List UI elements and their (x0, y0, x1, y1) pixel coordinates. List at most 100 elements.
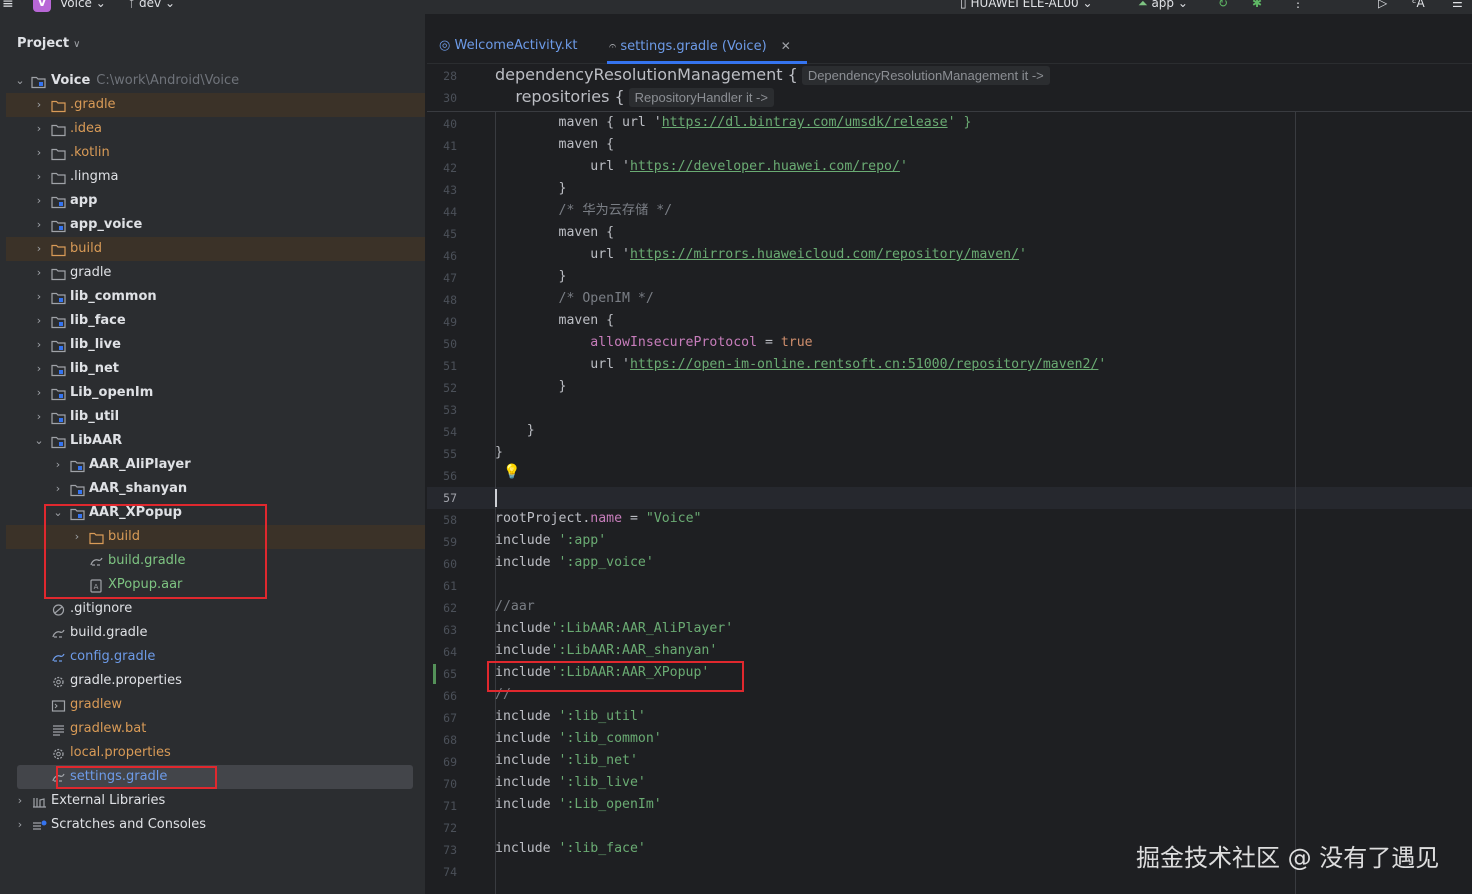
sync-icon[interactable]: ↻ (1218, 0, 1228, 10)
tab-welcome-activity[interactable]: ◎ WelcomeActivity.kt (439, 34, 577, 58)
code-line[interactable]: /* 华为云存储 */ (495, 200, 673, 222)
run-config-selector[interactable]: ⏶ app ⌄ (1138, 0, 1188, 11)
tree-item[interactable]: › .kotlin (6, 141, 425, 165)
tree-item-label: lib_live (70, 337, 121, 352)
code-line[interactable]: maven { url 'https://dl.bintray.com/umsd… (495, 112, 972, 134)
tree-item[interactable]: › AAR_shanyan (6, 477, 425, 501)
tree-item[interactable]: › Scratches and Consoles (6, 813, 425, 837)
code-line[interactable]: rootProject.name = "Voice" (495, 508, 701, 530)
code-line[interactable]: include':LibAAR:AAR_AliPlayer' (495, 618, 733, 640)
code-line[interactable]: include ':lib_live' (495, 772, 646, 794)
code-line[interactable]: include ':lib_util' (495, 706, 646, 728)
tree-item[interactable]: › build (6, 237, 425, 261)
code-line[interactable]: url 'https://mirrors.huaweicloud.com/rep… (495, 244, 1027, 266)
code-line[interactable]: maven { (495, 310, 615, 332)
intention-bulb-icon[interactable]: 💡 (503, 464, 520, 480)
chevron-right-icon[interactable]: › (33, 405, 45, 429)
chevron-right-icon[interactable]: › (33, 141, 45, 165)
panel-title[interactable]: Project ∨ (17, 36, 80, 51)
tree-item[interactable]: › lib_net (6, 357, 425, 381)
more-icon[interactable]: ⋮ (1292, 0, 1304, 10)
tree-item[interactable]: gradlew (6, 693, 425, 717)
tree-item[interactable]: gradle.properties (6, 669, 425, 693)
tree-item[interactable]: › lib_live (6, 333, 425, 357)
chevron-right-icon[interactable]: › (33, 261, 45, 285)
code-line[interactable]: include ':lib_net' (495, 750, 638, 772)
code-line[interactable]: include ':lib_face' (495, 838, 646, 860)
debug-icon[interactable]: ✱ (1252, 0, 1262, 10)
tree-item[interactable]: .gitignore (6, 597, 425, 621)
tree-item[interactable]: › External Libraries (6, 789, 425, 813)
chevron-right-icon[interactable]: › (33, 93, 45, 117)
property-name: name (590, 511, 623, 526)
chevron-right-icon[interactable]: › (14, 789, 26, 813)
code-line[interactable]: allowInsecureProtocol = true (495, 332, 812, 354)
translate-icon[interactable]: ᶜA (1412, 0, 1425, 10)
tree-item[interactable]: › .idea (6, 117, 425, 141)
code-line[interactable]: include ':lib_common' (495, 728, 662, 750)
code-line[interactable]: } (495, 376, 567, 398)
code-line[interactable]: include':LibAAR:AAR_shanyan' (495, 640, 717, 662)
code-line[interactable]: maven { (495, 222, 615, 244)
close-icon[interactable]: ✕ (781, 39, 791, 53)
project-switcher[interactable]: Voice ⌄ (60, 0, 106, 10)
tree-item[interactable]: › Lib_openIm (6, 381, 425, 405)
chevron-right-icon[interactable]: › (52, 477, 64, 501)
device-selector[interactable]: ▯ HUAWEI ELE-AL00 ⌄ (960, 0, 1093, 10)
code-line[interactable]: //aar (495, 596, 535, 618)
code-line[interactable]: } (495, 420, 535, 442)
tree-item[interactable]: › lib_util (6, 405, 425, 429)
run-icon[interactable]: ▷ (1378, 0, 1387, 10)
code-line[interactable]: include ':Lib_openIm' (495, 794, 662, 816)
tree-item[interactable]: › .gradle (6, 93, 425, 117)
tree-item[interactable]: › lib_face (6, 309, 425, 333)
tree-item[interactable]: ⌄ LibAAR (6, 429, 425, 453)
code-line[interactable]: /* OpenIM */ (495, 288, 654, 310)
chevron-right-icon[interactable]: › (33, 309, 45, 333)
chevron-down-icon[interactable]: ⌄ (33, 429, 45, 453)
tree-item[interactable]: › app (6, 189, 425, 213)
tree-item[interactable]: ⌄ Voice C:\work\Android\Voice (6, 69, 425, 93)
code-line[interactable]: include ':app' (495, 530, 606, 552)
chevron-right-icon[interactable]: › (33, 333, 45, 357)
code-text: } (495, 379, 567, 394)
tree-item[interactable]: › AAR_AliPlayer (6, 453, 425, 477)
code-text: include (495, 775, 559, 790)
chevron-right-icon[interactable]: › (33, 357, 45, 381)
tree-item[interactable]: › app_voice (6, 213, 425, 237)
tab-settings-gradle[interactable]: 𝄐 settings.gradle (Voice) ✕ (609, 34, 791, 58)
tree-item[interactable]: › lib_common (6, 285, 425, 309)
chevron-right-icon[interactable]: › (33, 285, 45, 309)
code-line[interactable]: include ':app_voice' (495, 552, 654, 574)
chevron-right-icon[interactable]: › (52, 453, 64, 477)
menu-icon[interactable]: ☰ (1452, 0, 1463, 10)
chevron-down-icon[interactable]: ⌄ (14, 69, 26, 93)
code-line[interactable]: } (495, 266, 567, 288)
project-badge[interactable]: V (33, 0, 51, 12)
code-line[interactable]: maven { (495, 134, 615, 156)
sticky-scroll-header[interactable]: 28 dependencyResolutionManagement {Depen… (427, 64, 1472, 112)
chevron-right-icon[interactable]: › (33, 237, 45, 261)
tree-item[interactable]: gradlew.bat (6, 717, 425, 741)
module-folder-icon (51, 410, 66, 425)
tree-item[interactable]: build.gradle (6, 621, 425, 645)
code-line[interactable]: url 'https://open-im-online.rentsoft.cn:… (495, 354, 1106, 376)
hamburger-menu-icon[interactable]: ≡ (2, 0, 14, 12)
code-area[interactable]: maven { url 'https://dl.bintray.com/umsd… (495, 64, 1472, 894)
chevron-right-icon[interactable]: › (33, 117, 45, 141)
code-line[interactable]: } (495, 442, 503, 464)
chevron-right-icon[interactable]: › (33, 165, 45, 189)
tree-item[interactable]: local.properties (6, 741, 425, 765)
chevron-right-icon[interactable]: › (14, 813, 26, 837)
tree-item[interactable]: › .lingma (6, 165, 425, 189)
branch-switcher[interactable]: ᛘ dev ⌄ (128, 0, 175, 10)
gradle-file-icon (51, 650, 66, 664)
code-line[interactable]: } (495, 178, 567, 200)
string-literal: ':LibAAR:AAR_shanyan' (550, 643, 718, 658)
chevron-right-icon[interactable]: › (33, 381, 45, 405)
chevron-right-icon[interactable]: › (33, 213, 45, 237)
code-line[interactable]: url 'https://developer.huawei.com/repo/' (495, 156, 908, 178)
tree-item[interactable]: config.gradle (6, 645, 425, 669)
chevron-right-icon[interactable]: › (33, 189, 45, 213)
tree-item[interactable]: › gradle (6, 261, 425, 285)
